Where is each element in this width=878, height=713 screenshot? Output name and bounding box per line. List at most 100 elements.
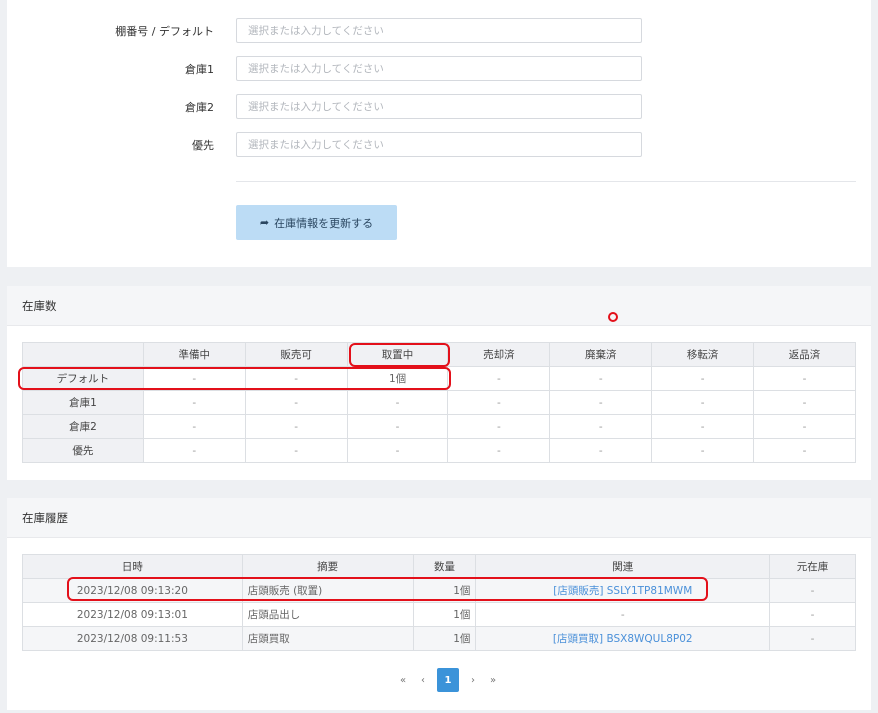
stock-history-title: 在庫履歴: [7, 498, 871, 538]
history-summary: 店頭販売 (取置): [241, 578, 414, 603]
table-header: 元在庫: [769, 554, 856, 579]
table-header: 日時: [22, 554, 243, 579]
stock-count-card: 在庫数 準備中 販売可 取置中 売却済 廃棄済 移転済 返品済 デフォルト - …: [7, 286, 871, 480]
table-row: 倉庫1 - - - - - - -: [22, 390, 856, 415]
field-label-priority: 優先: [192, 138, 214, 152]
row-label: 優先: [22, 438, 144, 463]
form-row-warehouse2: 倉庫2: [7, 94, 871, 119]
history-datetime: 2023/12/08 09:13:01: [22, 602, 243, 627]
history-datetime: 2023/12/08 09:11:53: [22, 626, 243, 651]
table-cell: -: [651, 414, 755, 439]
table-cell: -: [346, 390, 449, 415]
pagination-current-page[interactable]: 1: [437, 668, 459, 692]
table-cell: -: [549, 366, 653, 391]
pagination: « ‹ 1 › »: [393, 668, 503, 692]
history-summary: 店頭買取: [241, 626, 414, 651]
table-cell: -: [549, 390, 653, 415]
history-summary: 店頭品出し: [241, 602, 414, 627]
row-label: デフォルト: [22, 366, 144, 391]
table-row: 優先 - - - - - - -: [22, 438, 856, 463]
row-label: 倉庫1: [22, 390, 144, 415]
table-cell: -: [142, 438, 246, 463]
pagination-last[interactable]: »: [483, 668, 503, 692]
table-cell: -: [549, 414, 653, 439]
warehouse1-input[interactable]: [236, 56, 642, 81]
shelf-default-input[interactable]: [236, 18, 642, 43]
table-header-row: 準備中 販売可 取置中 売却済 廃棄済 移転済 返品済: [22, 342, 856, 367]
table-cell: -: [447, 438, 551, 463]
cursor-marker-icon: [608, 312, 618, 322]
pagination-first[interactable]: «: [393, 668, 413, 692]
form-row-warehouse1: 倉庫1: [7, 56, 871, 81]
table-cell: -: [142, 414, 246, 439]
pagination-prev[interactable]: ‹: [413, 668, 433, 692]
form-divider: [236, 181, 856, 182]
table-header: 返品済: [753, 342, 856, 367]
table-header: 準備中: [142, 342, 246, 367]
stock-count-title: 在庫数: [7, 286, 871, 326]
history-origin: -: [769, 626, 856, 651]
table-cell: -: [447, 366, 551, 391]
related-link[interactable]: [店頭販売] SSLY1TP81MWM: [553, 585, 692, 597]
table-cell: -: [651, 366, 755, 391]
table-cell: -: [447, 414, 551, 439]
update-stock-button[interactable]: ➦ 在庫情報を更新する: [236, 205, 397, 240]
table-cell: -: [244, 390, 348, 415]
table-row: 2023/12/08 09:11:53 店頭買取 1個 [店頭買取] BSX8W…: [22, 626, 856, 651]
related-link[interactable]: [店頭買取] BSX8WQUL8P02: [553, 633, 693, 645]
table-cell: -: [753, 414, 856, 439]
table-row: デフォルト - - 1個 - - - -: [22, 366, 856, 391]
stock-history-card: 在庫履歴 日時 摘要 数量 関連 元在庫 2023/12/08 09:13:20…: [7, 498, 871, 710]
table-header: 売却済: [447, 342, 551, 367]
table-cell: -: [142, 366, 246, 391]
table-header: 数量: [412, 554, 477, 579]
table-header: 廃棄済: [549, 342, 653, 367]
stock-location-form: 棚番号 / デフォルト 倉庫1 倉庫2 優先 ➦ 在庫情報を更新する: [7, 0, 871, 267]
table-cell: -: [753, 366, 856, 391]
field-label-warehouse1: 倉庫1: [185, 62, 214, 76]
stock-history-table: 日時 摘要 数量 関連 元在庫 2023/12/08 09:13:20 店頭販売…: [22, 554, 856, 651]
table-cell: -: [142, 390, 246, 415]
pagination-next[interactable]: ›: [463, 668, 483, 692]
table-row: 2023/12/08 09:13:20 店頭販売 (取置) 1個 [店頭販売] …: [22, 578, 856, 603]
table-cell: -: [651, 438, 755, 463]
table-header: 販売可: [244, 342, 348, 367]
history-qty: 1個: [412, 578, 477, 603]
table-cell: -: [346, 414, 449, 439]
table-cell: -: [753, 438, 856, 463]
history-origin: -: [769, 578, 856, 603]
table-header-empty: [22, 342, 144, 367]
priority-input[interactable]: [236, 132, 642, 157]
history-related: -: [475, 602, 771, 627]
table-header: 移転済: [651, 342, 755, 367]
update-stock-button-label: 在庫情報を更新する: [274, 216, 374, 230]
history-related: [店頭販売] SSLY1TP81MWM: [475, 578, 771, 603]
table-cell: -: [244, 438, 348, 463]
table-cell: -: [753, 390, 856, 415]
history-qty: 1個: [412, 626, 477, 651]
table-row: 倉庫2 - - - - - - -: [22, 414, 856, 439]
table-cell: -: [447, 390, 551, 415]
table-cell: -: [549, 438, 653, 463]
stock-count-table: 準備中 販売可 取置中 売却済 廃棄済 移転済 返品済 デフォルト - - 1個…: [22, 342, 856, 463]
history-origin: -: [769, 602, 856, 627]
table-cell: -: [244, 366, 348, 391]
history-datetime: 2023/12/08 09:13:20: [22, 578, 243, 603]
field-label-default: 棚番号 / デフォルト: [115, 24, 214, 38]
table-header-row: 日時 摘要 数量 関連 元在庫: [22, 554, 856, 579]
share-arrow-icon: ➦: [259, 216, 270, 229]
field-label-warehouse2: 倉庫2: [185, 100, 214, 114]
form-row-priority: 優先: [7, 132, 871, 157]
history-qty: 1個: [412, 602, 477, 627]
table-row: 2023/12/08 09:13:01 店頭品出し 1個 - -: [22, 602, 856, 627]
table-header: 取置中: [346, 342, 449, 367]
row-label: 倉庫2: [22, 414, 144, 439]
warehouse2-input[interactable]: [236, 94, 642, 119]
table-cell: -: [651, 390, 755, 415]
table-cell: -: [244, 414, 348, 439]
table-cell: 1個: [346, 366, 449, 391]
table-cell: -: [346, 438, 449, 463]
table-header: 摘要: [241, 554, 414, 579]
table-header: 関連: [475, 554, 771, 579]
form-row-default: 棚番号 / デフォルト: [7, 18, 871, 43]
